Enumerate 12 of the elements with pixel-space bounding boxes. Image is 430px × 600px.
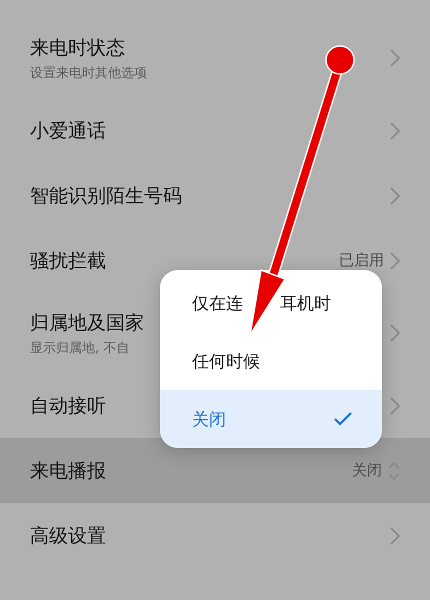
- row-subtitle: 设置来电时其他选项: [30, 64, 147, 82]
- row-title: 归属地及国家: [30, 310, 144, 336]
- row-title: 自动接听: [30, 394, 106, 418]
- row-subtitle: 显示归属地, 不自: [30, 340, 130, 356]
- row-title: 小爱通话: [30, 118, 106, 144]
- row-title: 骚扰拦截: [30, 248, 106, 274]
- row-value: 已启用: [339, 251, 384, 270]
- row-title: 来电时状态: [30, 36, 125, 60]
- row-title: 高级设置: [30, 524, 106, 548]
- row-title: 来电播报: [30, 458, 106, 484]
- row-title: 智能识别陌生号码: [30, 184, 182, 208]
- row-value: 关闭: [352, 461, 382, 480]
